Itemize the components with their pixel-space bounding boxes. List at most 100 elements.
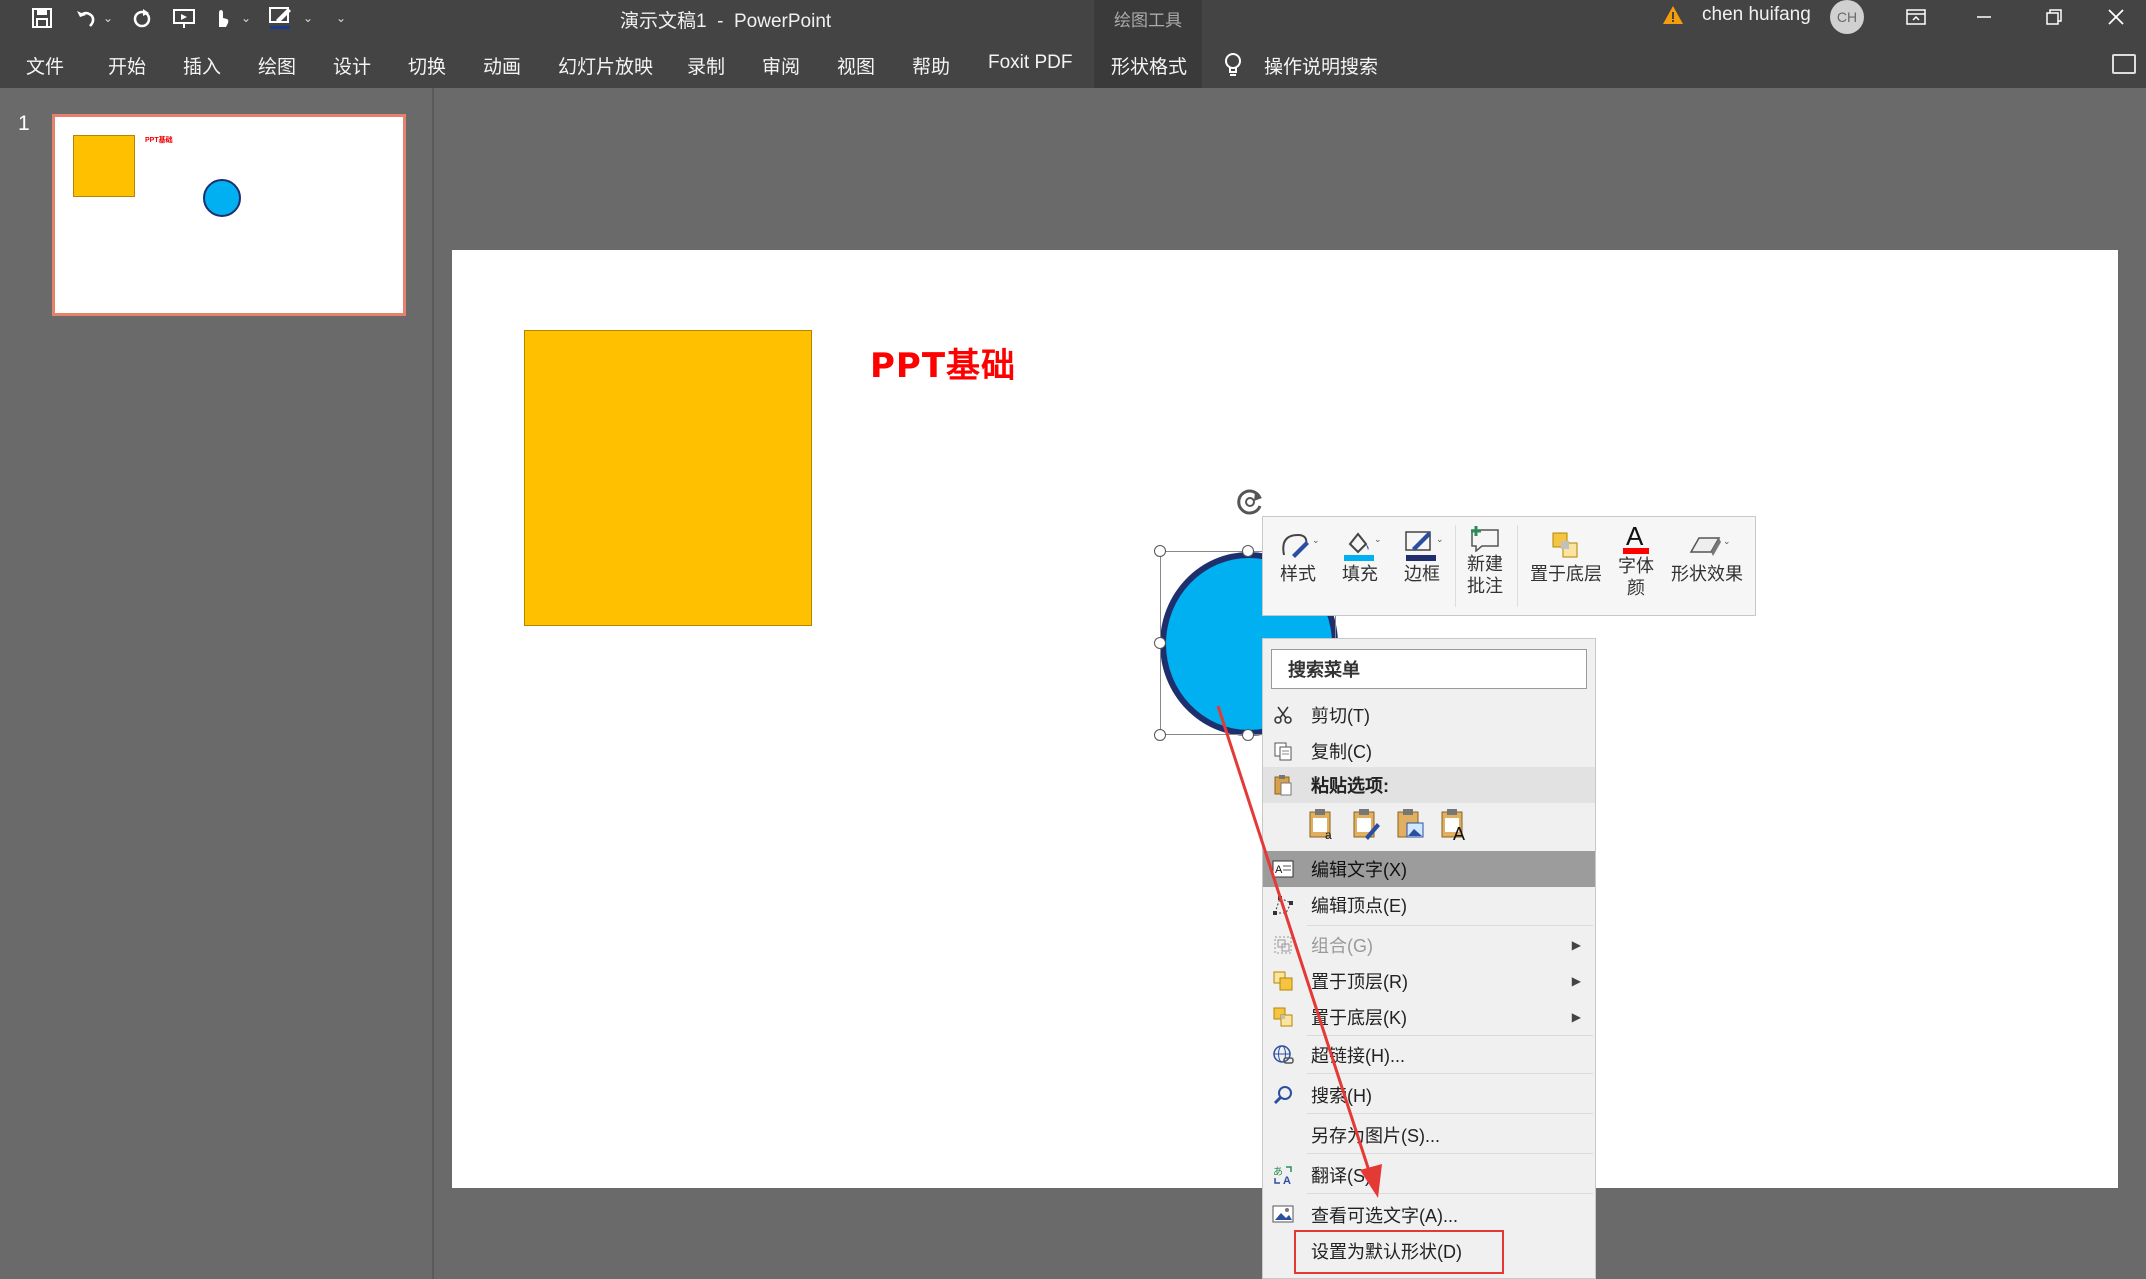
shape-style-icon: ⌄ bbox=[1278, 527, 1318, 563]
search-menu-input[interactable]: 搜索菜单 bbox=[1271, 649, 1587, 689]
new-comment-button[interactable]: 新建 批注 bbox=[1459, 517, 1511, 615]
restore-button[interactable] bbox=[2024, 0, 2084, 34]
tab-help[interactable]: 帮助 bbox=[912, 52, 950, 79]
touch-dropdown-icon[interactable]: ⌄ bbox=[240, 6, 252, 30]
edit-text-icon: A bbox=[1271, 857, 1295, 881]
paste-options-row: a A bbox=[1263, 803, 1595, 845]
font-color-button[interactable]: A 字体 颜 bbox=[1613, 517, 1659, 615]
slide-title-text[interactable]: PPT基础 bbox=[870, 338, 1016, 387]
warning-icon[interactable] bbox=[1662, 4, 1684, 26]
bring-front-icon bbox=[1271, 969, 1295, 993]
menu-separator bbox=[1307, 1073, 1593, 1074]
menu-separator bbox=[1307, 925, 1593, 926]
submenu-arrow-icon: ▶ bbox=[1571, 974, 1581, 988]
lightbulb-icon[interactable] bbox=[1222, 52, 1244, 78]
resize-handle-w[interactable] bbox=[1154, 637, 1166, 649]
pen-dropdown-icon[interactable]: ⌄ bbox=[302, 6, 314, 30]
touch-mode-icon[interactable] bbox=[210, 6, 234, 30]
resize-handle-s[interactable] bbox=[1242, 729, 1254, 741]
menu-item-group[interactable]: 组合(G) ▶ bbox=[1263, 927, 1595, 963]
pen-icon[interactable] bbox=[266, 6, 296, 30]
menu-item-save-as-picture[interactable]: 另存为图片(S)... bbox=[1263, 1117, 1595, 1153]
window-title: 演示文稿1 - PowerPoint bbox=[620, 11, 832, 32]
save-icon[interactable] bbox=[28, 6, 56, 30]
svg-text:⌄: ⌄ bbox=[1723, 536, 1729, 546]
tab-transitions[interactable]: 切换 bbox=[408, 52, 446, 79]
paste-keep-source-formatting-icon[interactable] bbox=[1351, 807, 1381, 841]
menu-item-bring-to-front[interactable]: 置于顶层(R) ▶ bbox=[1263, 963, 1595, 999]
minimize-button[interactable] bbox=[1954, 0, 2014, 34]
scissors-icon bbox=[1271, 703, 1295, 727]
resize-handle-nw[interactable] bbox=[1154, 545, 1166, 557]
submenu-arrow-icon: ▶ bbox=[1571, 938, 1581, 952]
avatar[interactable]: CH bbox=[1830, 0, 1864, 34]
menu-item-hyperlink[interactable]: 超链接(H)... bbox=[1263, 1037, 1595, 1073]
user-name[interactable]: chen huifang bbox=[1702, 4, 1811, 26]
send-to-back-button[interactable]: 置于底层 bbox=[1521, 517, 1611, 615]
present-icon[interactable] bbox=[170, 6, 200, 30]
tab-insert[interactable]: 插入 bbox=[183, 52, 221, 79]
fill-button[interactable]: ⌄ 填充 bbox=[1333, 517, 1387, 615]
submenu-arrow-icon: ▶ bbox=[1571, 1010, 1581, 1024]
edit-points-icon bbox=[1271, 893, 1295, 917]
rotate-handle-icon[interactable] bbox=[1232, 484, 1268, 520]
style-button[interactable]: ⌄ 样式 bbox=[1271, 517, 1325, 615]
menu-paste-options-header: 粘贴选项: bbox=[1263, 767, 1595, 803]
tab-slideshow[interactable]: 幻灯片放映 bbox=[558, 52, 653, 79]
ribbon-display-options-button[interactable] bbox=[1886, 0, 1946, 34]
customize-qat-icon[interactable]: ⌄ bbox=[334, 6, 348, 30]
tab-record[interactable]: 录制 bbox=[687, 52, 725, 79]
clipboard-icon bbox=[1271, 773, 1295, 797]
slide-number: 1 bbox=[18, 112, 30, 135]
svg-text:⌄: ⌄ bbox=[1374, 534, 1380, 544]
tab-file[interactable]: 文件 bbox=[26, 52, 64, 79]
menu-item-edit-points[interactable]: 编辑顶点(E) bbox=[1263, 887, 1595, 923]
svg-text:A: A bbox=[1275, 864, 1283, 876]
undo-icon[interactable] bbox=[72, 6, 100, 30]
group-icon bbox=[1271, 933, 1295, 957]
tab-design[interactable]: 设计 bbox=[333, 52, 371, 79]
comments-icon[interactable] bbox=[2112, 54, 2136, 74]
paste-use-destination-theme-icon[interactable]: a bbox=[1307, 807, 1337, 841]
menu-item-translate[interactable]: あA 翻译(S) bbox=[1263, 1157, 1595, 1193]
paste-picture-icon[interactable] bbox=[1395, 807, 1425, 841]
alt-text-icon bbox=[1271, 1203, 1295, 1227]
outline-button[interactable]: ⌄ 边框 bbox=[1395, 517, 1449, 615]
search-icon bbox=[1271, 1083, 1295, 1107]
ribbon-tabs-bar bbox=[0, 36, 2146, 88]
menu-separator bbox=[1307, 1153, 1593, 1154]
undo-dropdown-icon[interactable]: ⌄ bbox=[102, 6, 114, 30]
resize-handle-n[interactable] bbox=[1242, 545, 1254, 557]
thumbnail-square bbox=[73, 135, 135, 197]
menu-item-send-to-back[interactable]: 置于底层(K) ▶ bbox=[1263, 999, 1595, 1035]
menu-separator bbox=[1307, 1193, 1593, 1194]
menu-item-search[interactable]: 搜索(H) bbox=[1263, 1077, 1595, 1113]
slide-thumbnail[interactable]: PPT基础 bbox=[52, 114, 406, 316]
title-bar bbox=[0, 0, 2146, 36]
menu-item-view-alt-text[interactable]: 查看可选文字(A)... bbox=[1263, 1197, 1595, 1233]
paste-keep-text-only-icon[interactable]: A bbox=[1439, 807, 1469, 841]
svg-text:あ: あ bbox=[1273, 1166, 1283, 1178]
tab-review[interactable]: 审阅 bbox=[762, 52, 800, 79]
menu-item-cut[interactable]: 剪切(T) bbox=[1263, 697, 1595, 733]
context-menu: 搜索菜单 剪切(T) 复制(C) 粘贴选项: a A A 编辑文字(X) 编辑顶… bbox=[1262, 638, 1596, 1279]
yellow-square-shape[interactable] bbox=[524, 330, 812, 626]
tab-animations[interactable]: 动画 bbox=[483, 52, 521, 79]
resize-handle-sw[interactable] bbox=[1154, 729, 1166, 741]
shape-effects-button[interactable]: ⌄ 形状效果 bbox=[1663, 517, 1751, 615]
contextual-group-label: 绘图工具 bbox=[1114, 11, 1182, 30]
tab-home[interactable]: 开始 bbox=[108, 52, 146, 79]
menu-item-copy[interactable]: 复制(C) bbox=[1263, 733, 1595, 769]
thumbnail-title: PPT基础 bbox=[145, 137, 173, 144]
fill-bucket-icon: ⌄ bbox=[1340, 527, 1380, 563]
menu-item-edit-text[interactable]: A 编辑文字(X) bbox=[1263, 851, 1595, 887]
close-button[interactable] bbox=[2086, 0, 2146, 34]
svg-text:⌄: ⌄ bbox=[1436, 534, 1442, 544]
redo-icon[interactable] bbox=[128, 6, 156, 30]
tell-me-search[interactable]: 操作说明搜索 bbox=[1264, 52, 1378, 79]
tab-view[interactable]: 视图 bbox=[837, 52, 875, 79]
copy-icon bbox=[1271, 739, 1295, 763]
tab-draw[interactable]: 绘图 bbox=[258, 52, 296, 79]
tab-shape-format[interactable]: 形状格式 bbox=[1111, 52, 1187, 79]
tab-foxit-pdf[interactable]: Foxit PDF bbox=[988, 52, 1072, 74]
